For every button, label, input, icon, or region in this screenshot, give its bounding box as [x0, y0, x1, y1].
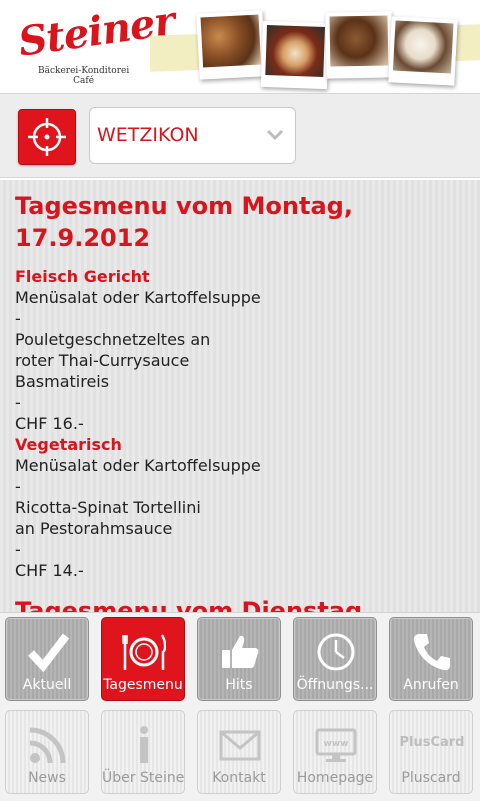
location-select[interactable]: WETZIKON [89, 107, 296, 164]
logo-subtitle: Bäckerei-Konditorei Café [38, 66, 129, 86]
nav-aktuell-label: Aktuell [22, 677, 72, 693]
day-title: Tagesmenu vom Dienstag, [15, 597, 372, 612]
menu-section: Vegetarisch Menüsalat oder Kartoffelsupp… [15, 434, 465, 581]
menu-line: Ricotta-Spinat Tortellini [15, 498, 201, 517]
location-select-value: WETZIKON [97, 124, 199, 146]
nav-tagesmenu-label: Tagesmenu [103, 677, 183, 693]
logo-subtitle-line1: Bäckerei-Konditorei [38, 66, 130, 76]
rss-icon [29, 727, 66, 764]
nav-homepage[interactable]: www Homepage [293, 710, 377, 794]
phone-icon [413, 634, 450, 671]
envelope-icon [219, 730, 261, 761]
clock-icon [317, 633, 355, 671]
menu-line: Pouletgeschnetzeltes an [15, 330, 211, 349]
crosshair-icon [28, 118, 66, 156]
nav-oeffnungszeiten[interactable]: Öffnungs... [293, 617, 377, 701]
locate-button[interactable] [18, 109, 76, 165]
photo-chocolates [325, 11, 393, 79]
menu-line: an Pestorahmsauce [15, 519, 173, 538]
nav-anrufen[interactable]: Anrufen [389, 617, 473, 701]
chevron-down-icon [266, 129, 284, 141]
thumbs-up-icon [222, 635, 259, 668]
nav-anrufen-label: Anrufen [403, 677, 459, 693]
menu-line: - [15, 393, 21, 412]
menu-category: Vegetarisch [15, 435, 122, 454]
photo-cake [260, 20, 330, 90]
day-title: Tagesmenu vom Montag, 17.9.2012 [15, 192, 353, 252]
nav-kontakt-label: Kontakt [212, 770, 266, 786]
photo-coffee [388, 16, 458, 86]
nav-ueber-steiner-label: Über Steiner [102, 770, 185, 786]
info-icon [140, 726, 148, 763]
nav-aktuell[interactable]: Aktuell [5, 617, 89, 701]
nav-oeffnungszeiten-label: Öffnungs... [296, 677, 374, 693]
monitor-icon: www [315, 728, 357, 762]
menu-line: Basmatireis [15, 372, 110, 391]
menu-content[interactable]: Tagesmenu vom Montag, 17.9.2012 Fleisch … [0, 180, 480, 612]
menu-line: - [15, 540, 21, 559]
logo-subtitle-line2: Café [73, 76, 95, 86]
nav-news[interactable]: News [5, 710, 89, 794]
photo-pastries [196, 10, 266, 80]
checkmark-icon [28, 633, 70, 673]
menu-line: roter Thai-Currysauce [15, 351, 190, 370]
plate-cutlery-icon [122, 634, 166, 670]
pluscard-icon: PlusCard [399, 735, 465, 750]
menu-line: - [15, 477, 21, 496]
nav-kontakt[interactable]: Kontakt [197, 710, 281, 794]
menu-line: Menüsalat oder Kartoffelsuppe [15, 456, 261, 475]
menu-price: CHF 14.- [15, 561, 84, 580]
menu-line: - [15, 309, 21, 328]
menu-price: CHF 16.- [15, 414, 84, 433]
location-bar: WETZIKON [0, 93, 480, 178]
nav-news-label: News [28, 770, 66, 786]
menu-line: Menüsalat oder Kartoffelsuppe [15, 288, 261, 307]
nav-grid: Aktuell Tagesmenu Hits Öffnungs... Anruf… [0, 612, 480, 801]
homepage-icon-text: www [324, 739, 349, 749]
nav-homepage-label: Homepage [296, 770, 374, 786]
menu-scroll: Tagesmenu vom Montag, 17.9.2012 Fleisch … [15, 190, 465, 612]
nav-pluscard[interactable]: PlusCard Pluscard [389, 710, 473, 794]
nav-tagesmenu[interactable]: Tagesmenu [101, 617, 185, 701]
app-header: Steiner Bäckerei-Konditorei Café [0, 0, 480, 93]
nav-hits-label: Hits [225, 677, 253, 693]
nav-ueber-steiner[interactable]: Über Steiner [101, 710, 185, 794]
nav-hits[interactable]: Hits [197, 617, 281, 701]
steiner-logo: Steiner Bäckerei-Konditorei Café [12, 0, 177, 88]
menu-section: Fleisch Gericht Menüsalat oder Kartoffel… [15, 266, 465, 434]
nav-pluscard-label: Pluscard [401, 770, 461, 786]
menu-category: Fleisch Gericht [15, 267, 150, 286]
